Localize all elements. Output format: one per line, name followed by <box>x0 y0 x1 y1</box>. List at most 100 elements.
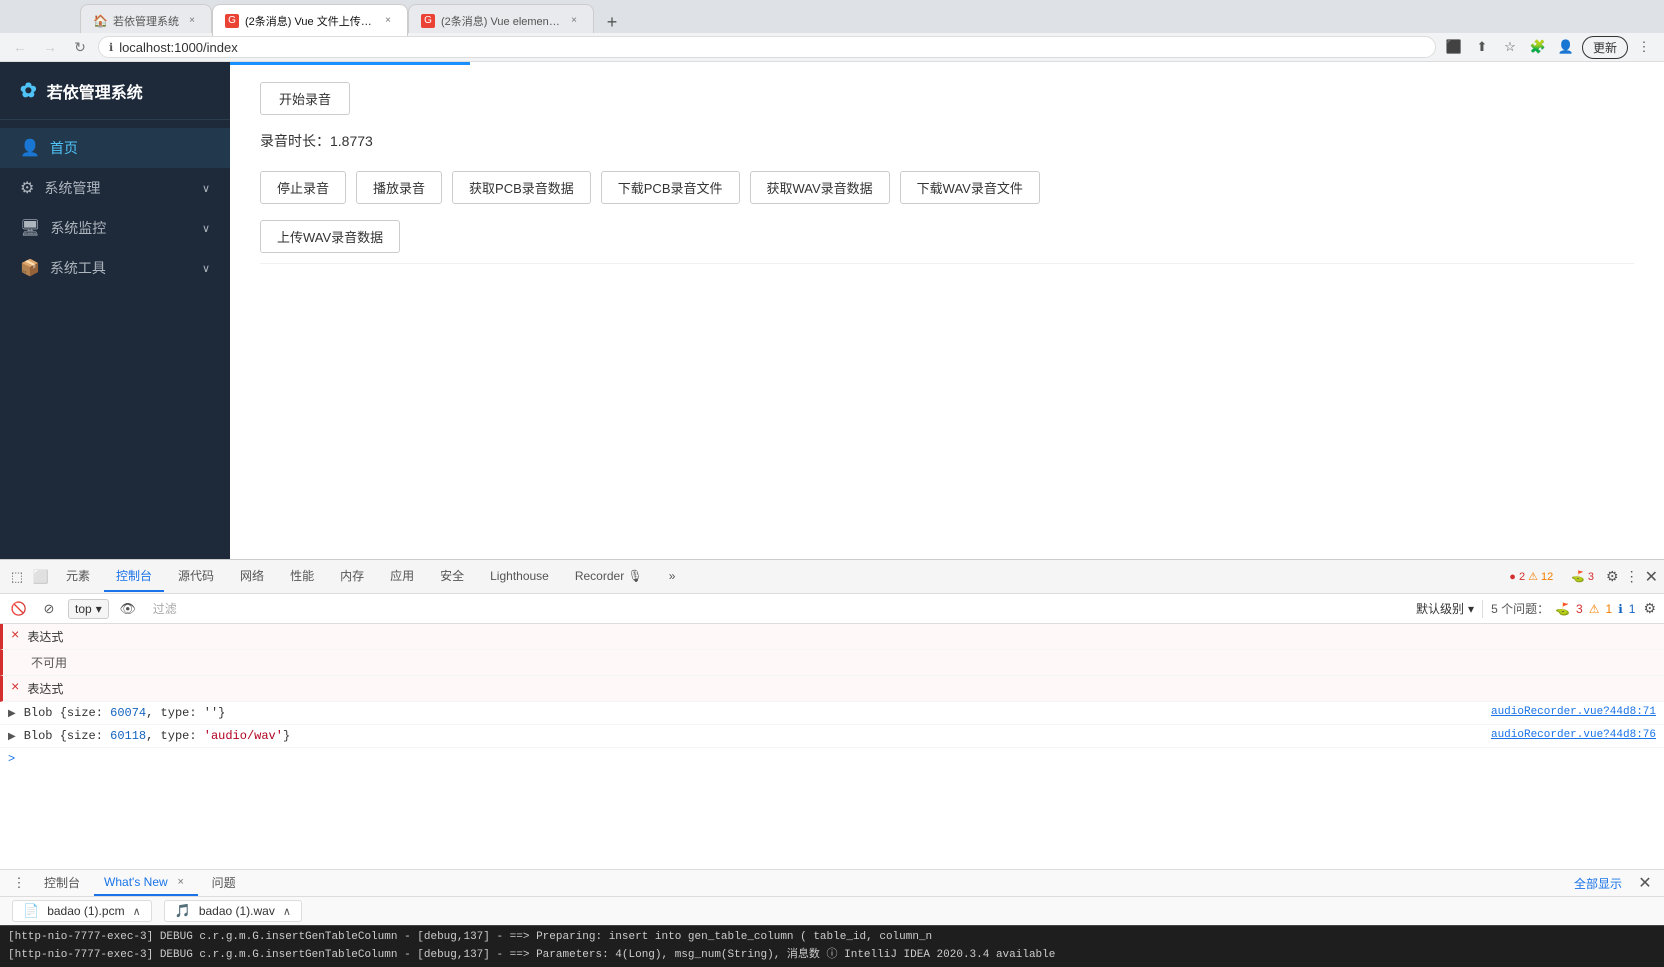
level-selector[interactable]: 默认级别 ▾ <box>1416 600 1474 617</box>
bookmark-button[interactable]: ☆ <box>1498 35 1522 59</box>
context-selector[interactable]: top ▾ <box>68 599 109 619</box>
context-arrow-icon: ▾ <box>96 602 102 616</box>
bottom-tab-console[interactable]: 控制台 <box>34 870 90 896</box>
new-tab-button[interactable]: + <box>598 8 626 36</box>
upload-wav-button[interactable]: 上传WAV录音数据 <box>260 220 400 253</box>
issues-settings-icon[interactable]: ⚙ <box>1643 600 1656 617</box>
lock-icon: ℹ <box>109 41 113 54</box>
filter-toggle-btn[interactable]: ⊘ <box>38 598 60 620</box>
tab-1[interactable]: 🏠 若依管理系统 × <box>80 4 212 36</box>
close-error-2-icon[interactable]: × <box>11 680 19 696</box>
close-all-button[interactable]: 全部显示 <box>1566 875 1630 892</box>
devtools-tab-lighthouse[interactable]: Lighthouse <box>478 562 561 592</box>
profile-button[interactable]: 👤 <box>1554 35 1578 59</box>
devtools-tab-security[interactable]: 安全 <box>428 562 476 592</box>
tab-3[interactable]: G (2条消息) Vue element 超过p × <box>408 4 594 36</box>
sidebar-item-monitor[interactable]: 🖥 系统监控 ∨ <box>0 208 230 248</box>
duration-label: 录音时长： <box>260 133 330 149</box>
start-record-button[interactable]: 开始录音 <box>260 82 350 115</box>
cast-button[interactable]: ⬛ <box>1442 35 1466 59</box>
error-label-2: 表达式 <box>27 680 63 697</box>
devtools-tab-recorder[interactable]: Recorder 🎙 <box>563 562 655 592</box>
devtools-tab-elements[interactable]: 元素 <box>54 562 102 592</box>
download-pcm[interactable]: 📄 badao (1).pcm ∧ <box>12 900 152 922</box>
wav-filename: badao (1).wav <box>199 904 275 918</box>
error-icon: ● <box>1509 571 1516 583</box>
devtools-tab-more[interactable]: » <box>657 562 688 592</box>
dl-wav-button[interactable]: 下载WAV录音文件 <box>900 171 1040 204</box>
error-value-1: 不可用 <box>31 654 67 671</box>
dl-pcb-button[interactable]: 下载PCB录音文件 <box>601 171 740 204</box>
update-button[interactable]: 更新 <box>1582 36 1628 59</box>
download-wav[interactable]: 🎵 badao (1).wav ∧ <box>164 900 302 922</box>
close-error-1-icon[interactable]: × <box>11 628 19 644</box>
tab1-close[interactable]: × <box>185 14 199 28</box>
tab2-close[interactable]: × <box>381 14 395 28</box>
clear-console-btn[interactable]: 🚫 <box>8 598 30 620</box>
issues-text: 5 个问题： <box>1491 600 1549 617</box>
eye-btn[interactable]: 👁 <box>117 598 139 620</box>
devtools-tab-performance[interactable]: 性能 <box>278 562 326 592</box>
share-button[interactable]: ⬆ <box>1470 35 1494 59</box>
blob2-source[interactable]: audioRecorder.vue?44d8:76 <box>1491 729 1656 741</box>
issues-warning-icon: ⚠ <box>1589 602 1600 616</box>
record-duration: 录音时长：1.8773 <box>260 131 1634 151</box>
devtools-tab-application[interactable]: 应用 <box>378 562 426 592</box>
tab-2[interactable]: G (2条消息) Vue 文件上传和下载 × <box>212 4 408 36</box>
bottom-tab-whats-new[interactable]: What's New × <box>94 870 198 896</box>
devtools-inspect-btn[interactable]: ⬚ <box>6 566 28 588</box>
sidebar-label-tools: 系统工具 <box>50 258 106 278</box>
blob1-source[interactable]: audioRecorder.vue?44d8:71 <box>1491 706 1656 718</box>
bottom-issues-label: 问题 <box>212 874 236 891</box>
sidebar: ✿ 若依管理系统 👤 首页 ⚙ 系统管理 ∨ 🖥 系统监控 ∨ 📦 系统工具 ∨ <box>0 62 230 559</box>
get-wav-button[interactable]: 获取WAV录音数据 <box>750 171 890 204</box>
sidebar-item-tools[interactable]: 📦 系统工具 ∨ <box>0 248 230 288</box>
divider <box>260 263 1634 264</box>
close-all-label: 全部显示 <box>1574 877 1622 891</box>
devtools-more-icon[interactable]: ⋮ <box>1625 568 1639 585</box>
devtools-tab-memory[interactable]: 内存 <box>328 562 376 592</box>
blob1-type: '' <box>204 706 218 720</box>
back-button[interactable]: ← <box>8 35 32 59</box>
wav-file-icon: 🎵 <box>175 903 191 919</box>
stop-record-button[interactable]: 停止录音 <box>260 171 346 204</box>
bottom-whats-new-label: What's New <box>104 875 168 889</box>
tab2-favicon: G <box>225 14 239 28</box>
pcm-caret-icon[interactable]: ∧ <box>133 905 141 918</box>
filter-input[interactable] <box>147 600 1408 618</box>
pcm-file-icon: 📄 <box>23 903 39 919</box>
devtools-tab-network[interactable]: 网络 <box>228 562 276 592</box>
devtools-device-btn[interactable]: ⬜ <box>30 566 52 588</box>
console-error-1: × 表达式 <box>0 624 1664 650</box>
devtools-settings-icon[interactable]: ⚙ <box>1606 568 1619 585</box>
extension-button[interactable]: 🧩 <box>1526 35 1550 59</box>
blob2-expand-icon[interactable]: ▶ <box>8 729 16 743</box>
sidebar-item-home[interactable]: 👤 首页 <box>0 128 230 168</box>
reload-button[interactable]: ↻ <box>68 35 92 59</box>
issues-badge: ⛳ 3 <box>1565 568 1600 585</box>
blob1-expand-icon[interactable]: ▶ <box>8 706 16 720</box>
get-pcb-button[interactable]: 获取PCB录音数据 <box>452 171 591 204</box>
home-icon: 👤 <box>20 138 40 158</box>
bottom-whats-new-close-icon[interactable]: × <box>174 875 188 889</box>
tab3-close[interactable]: × <box>567 14 581 28</box>
console-content: × 表达式 不可用 × 表达式 ▶ Blob {size: 60074, typ… <box>0 624 1664 869</box>
context-label: top <box>75 602 92 616</box>
bottom-more-btn[interactable]: ⋮ <box>8 872 30 894</box>
devtools-tab-sources[interactable]: 源代码 <box>166 562 226 592</box>
address-bar[interactable]: ℹ localhost:1000/index <box>98 36 1436 58</box>
sidebar-item-system[interactable]: ⚙ 系统管理 ∨ <box>0 168 230 208</box>
console-error-1-value: 不可用 <box>0 650 1664 676</box>
devtools-close-icon[interactable]: ✕ <box>1645 567 1658 587</box>
play-record-button[interactable]: 播放录音 <box>356 171 442 204</box>
forward-button[interactable]: → <box>38 35 62 59</box>
log-entry-2: [http-nio-7777-exec-3] DEBUG c.r.g.m.G.i… <box>8 946 1656 964</box>
console-input-caret[interactable]: > <box>0 748 1664 770</box>
wav-caret-icon[interactable]: ∧ <box>283 905 291 918</box>
bottom-tab-issues[interactable]: 问题 <box>202 870 246 896</box>
blob1-text: Blob {size: 60074, type: ''} <box>24 706 226 720</box>
menu-button[interactable]: ⋮ <box>1632 35 1656 59</box>
bottom-panel-close-icon[interactable]: ✕ <box>1634 872 1656 894</box>
devtools-tab-console[interactable]: 控制台 <box>104 562 164 592</box>
sidebar-logo: ✿ 若依管理系统 <box>0 62 230 120</box>
